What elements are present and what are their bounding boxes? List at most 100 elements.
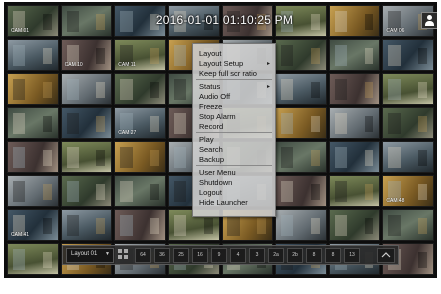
menu-item-hide-launcher[interactable]: Hide Launcher [199, 198, 248, 208]
scene-shape [173, 180, 187, 202]
camera-tile[interactable] [7, 107, 59, 139]
menu-item-freeze[interactable]: Freeze [199, 102, 222, 112]
camera-tile[interactable] [382, 141, 434, 173]
layout-select[interactable]: Layout 01 ▼ [66, 248, 114, 263]
camera-tile[interactable] [7, 175, 59, 207]
scene-shape [388, 214, 401, 236]
scene-shape [334, 78, 348, 100]
scene-shape [418, 115, 428, 132]
camera-tile[interactable] [328, 73, 381, 105]
camera-tile[interactable] [60, 107, 113, 139]
camera-tile[interactable] [328, 39, 381, 71]
scene-shape [418, 183, 428, 200]
menu-item-play[interactable]: Play [199, 135, 214, 145]
scene-shape [173, 44, 187, 66]
camera-tile[interactable] [114, 141, 166, 173]
camera-tile[interactable] [382, 73, 434, 105]
camera-tile[interactable] [60, 175, 113, 207]
camera-tile[interactable] [7, 73, 59, 105]
camera-tile[interactable] [7, 39, 59, 71]
camera-tile[interactable]: CAM 27 [114, 107, 166, 139]
scene-shape [173, 146, 187, 168]
chevron-right-icon: ▸ [267, 84, 271, 90]
launcher-layout-button[interactable]: 2a [268, 248, 284, 263]
scene-shape [42, 47, 52, 64]
menu-item-user-menu[interactable]: User Menu [199, 168, 236, 178]
camera-tile[interactable] [60, 141, 113, 173]
camera-tile[interactable] [114, 209, 166, 241]
scene-shape [96, 81, 106, 98]
camera-tile[interactable] [114, 73, 166, 105]
launcher-layout-button[interactable]: 13 [344, 248, 360, 263]
launcher-layout-button[interactable]: 8 [325, 248, 341, 263]
menu-item-layout-setup[interactable]: Layout Setup [199, 59, 243, 69]
menu-item-status[interactable]: Status [199, 82, 220, 92]
scene-shape [12, 180, 26, 202]
menu-item-search[interactable]: Search [199, 145, 223, 155]
scene-shape [12, 44, 26, 66]
camera-tile[interactable] [114, 175, 166, 207]
menu-item-logout[interactable]: Logout [199, 188, 222, 198]
camera-tile[interactable] [60, 209, 113, 241]
scene-shape [150, 217, 159, 234]
expand-button[interactable] [377, 248, 395, 263]
expand-icon [381, 252, 391, 258]
camera-tile[interactable]: CAM 41 [7, 209, 59, 241]
user-icon[interactable] [421, 12, 437, 29]
scene-shape [418, 251, 428, 268]
menu-item-layout[interactable]: Layout [199, 49, 222, 59]
launcher-layout-button[interactable]: 64 [135, 248, 151, 263]
scene-shape [120, 146, 133, 168]
launcher-layout-button[interactable]: 4 [230, 248, 246, 263]
scene-shape [364, 115, 374, 132]
scene-shape [310, 183, 320, 200]
scene-shape [96, 217, 106, 234]
camera-tile[interactable]: CAM 10 [60, 39, 113, 71]
split-screen-icon[interactable] [118, 249, 129, 260]
scene-shape [281, 112, 294, 134]
scene-shape [310, 217, 320, 234]
scene-shape [310, 81, 320, 98]
menu-item-audio-off[interactable]: Audio Off [199, 92, 230, 102]
camera-tile[interactable] [7, 141, 59, 173]
camera-tile[interactable] [382, 209, 434, 241]
launcher-layout-button[interactable]: 3 [249, 248, 265, 263]
camera-tile[interactable] [328, 141, 381, 173]
camera-label: CAM 41 [11, 232, 30, 238]
menu-item-keep-full-scr-ratio[interactable]: Keep full scr ratio [199, 69, 257, 79]
camera-tile[interactable] [275, 141, 327, 173]
launcher-layout-button[interactable]: 8 [306, 248, 322, 263]
scene-shape [66, 112, 79, 134]
scene-shape [364, 81, 374, 98]
camera-tile[interactable]: CAM 48 [382, 175, 434, 207]
launcher-layout-button[interactable]: 2b [287, 248, 303, 263]
scene-shape [334, 112, 348, 134]
camera-tile[interactable] [328, 107, 381, 139]
camera-tile[interactable] [275, 107, 327, 139]
camera-tile[interactable] [7, 243, 59, 275]
camera-tile[interactable] [275, 73, 327, 105]
camera-tile[interactable] [275, 209, 327, 241]
scene-shape [388, 44, 401, 66]
live-view-screen: CAM 01 CAM 06 CAM 10 CAM 11 CAM 27 CAM 48 CAM … [4, 2, 437, 278]
camera-tile[interactable] [275, 175, 327, 207]
scene-shape [12, 248, 26, 270]
menu-item-stop-alarm[interactable]: Stop Alarm [199, 112, 236, 122]
camera-tile[interactable] [275, 39, 327, 71]
camera-tile[interactable] [328, 209, 381, 241]
scene-shape [42, 183, 52, 200]
launcher-layout-button[interactable]: 25 [173, 248, 189, 263]
camera-tile[interactable] [328, 175, 381, 207]
launcher-layout-button[interactable]: 16 [192, 248, 208, 263]
launcher-layout-button[interactable]: 36 [154, 248, 170, 263]
camera-tile[interactable] [382, 107, 434, 139]
scene-shape [418, 149, 428, 166]
menu-item-backup[interactable]: Backup [199, 155, 224, 165]
menu-item-record[interactable]: Record [199, 122, 223, 132]
launcher-layout-button[interactable]: 9 [211, 248, 227, 263]
scene-shape [150, 81, 159, 98]
camera-tile[interactable]: CAM 11 [114, 39, 166, 71]
camera-tile[interactable] [382, 39, 434, 71]
menu-item-shutdown[interactable]: Shutdown [199, 178, 232, 188]
camera-tile[interactable] [60, 73, 113, 105]
